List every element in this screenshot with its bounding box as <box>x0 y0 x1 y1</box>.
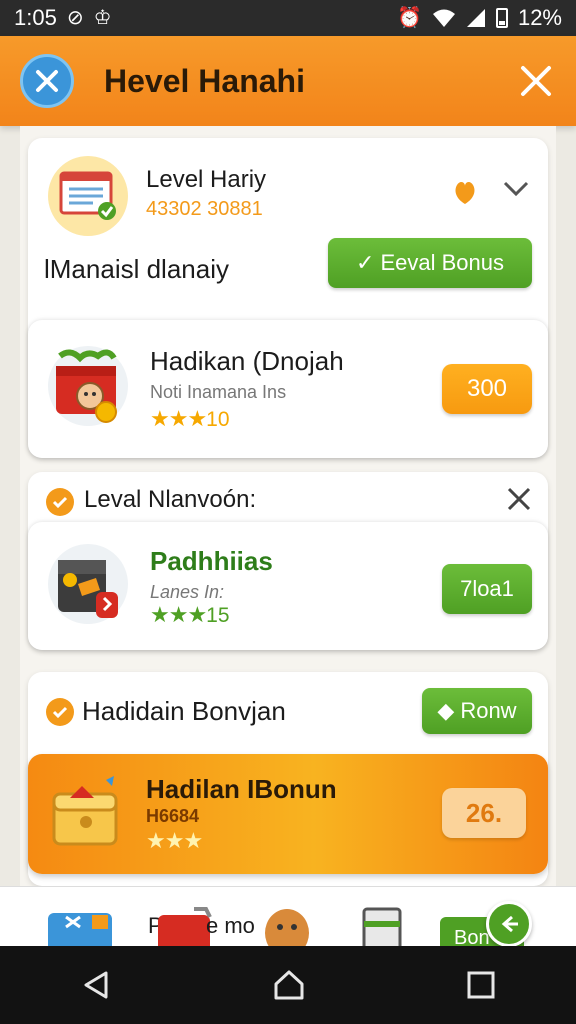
favorite-icon[interactable] <box>452 176 478 206</box>
level-code: 43302 30881 <box>146 198 263 220</box>
close-button-left[interactable] <box>20 54 74 108</box>
item-subtitle: Lanes In: <box>150 582 225 602</box>
app-notification-icon: ♔ <box>93 7 112 29</box>
status-time: 1:05 <box>14 5 57 30</box>
close-icon <box>36 70 58 92</box>
featured-title: Hadilan IBonun <box>146 774 337 804</box>
section-card: Leval Nlanvoón: Padhhiias Lanes In: ★★★1… <box>28 472 548 650</box>
rating-value: 15 <box>206 604 230 627</box>
list-item[interactable]: Hadikan (Dnojah Noti Inamana Ins ★★★10 3… <box>28 320 548 458</box>
item-thumb <box>48 346 128 426</box>
exit-fab-button[interactable] <box>486 901 532 946</box>
item-thumb <box>48 544 128 624</box>
star-icon: ★★★ <box>150 602 207 627</box>
section-bonus-button[interactable]: ◆ Ronw <box>422 688 532 734</box>
level-title: Level Hariy <box>146 166 267 193</box>
close-icon[interactable] <box>506 486 532 512</box>
close-icon <box>521 66 551 96</box>
back-icon[interactable] <box>80 969 112 1001</box>
bonus-nav-label: Bon <box>454 927 490 946</box>
featured-subtitle: H6684 <box>146 806 200 826</box>
leaf-icon: ◆ <box>437 698 455 723</box>
gift-bag-icon <box>56 349 117 423</box>
bottom-navigation: Pi e mo Bon <box>0 886 576 946</box>
battery-percent: 12% <box>517 5 562 30</box>
treasure-box-icon <box>58 560 118 618</box>
treasure-chest-icon <box>52 776 118 846</box>
item-title: Padhhiias <box>150 546 273 576</box>
home-icon[interactable] <box>272 968 306 1002</box>
notification-icon: ⊘ <box>66 7 84 29</box>
item-subtitle: Noti Inamana Ins <box>150 382 287 402</box>
document-thumb <box>48 156 128 236</box>
price-button[interactable]: 300 <box>442 364 532 414</box>
list-item[interactable]: Padhhiias Lanes In: ★★★15 7loa1 <box>28 522 548 650</box>
document-icon <box>59 171 116 220</box>
check-icon <box>46 488 74 516</box>
nav-label: e mo <box>206 913 255 938</box>
section-bonus-label: Ronw <box>460 698 517 723</box>
battery-icon <box>495 8 508 28</box>
status-bar: 1:05 ⊘ ♔ ⏰ 12% <box>0 0 576 36</box>
recents-icon[interactable] <box>466 970 496 1000</box>
section-card: Hadidain Bonvjan ◆ Ronw Hadilan IBonun H… <box>28 672 548 886</box>
close-button-right[interactable] <box>516 61 556 101</box>
level-card: Level Hariy 43302 30881 lManaisl dlanaiy… <box>28 138 548 458</box>
content-area: Level Hariy 43302 30881 lManaisl dlanaiy… <box>20 126 556 886</box>
page-title: Hevel Hanahi <box>104 62 305 99</box>
wifi-icon <box>432 9 455 27</box>
level-subtitle: lManaisl dlanaiy <box>44 254 229 284</box>
exit-icon <box>501 915 518 933</box>
item-title: Hadikan (Dnojah <box>150 346 344 376</box>
gift-box-nav-icon[interactable] <box>46 907 116 946</box>
chevron-down-icon[interactable] <box>502 180 530 198</box>
featured-price-button[interactable]: 26. <box>442 788 526 838</box>
system-navigation-bar <box>0 946 576 1024</box>
check-icon <box>46 698 74 726</box>
star-rating: ★★★ <box>146 828 203 854</box>
section-title: Leval Nlanvoón: <box>84 486 257 513</box>
app-header: Hevel Hanahi <box>0 36 576 126</box>
star-icon: ★★★ <box>146 828 203 853</box>
item-action-button[interactable]: 7loa1 <box>442 564 532 614</box>
alarm-icon: ⏰ <box>397 7 422 29</box>
signal-icon <box>466 9 485 27</box>
star-rating: ★★★15 <box>150 602 230 628</box>
character-nav-icon[interactable] <box>260 903 314 946</box>
document-nav-icon[interactable] <box>360 907 404 946</box>
section-title: Hadidain Bonvjan <box>82 696 286 726</box>
star-rating: ★★★10 <box>150 406 230 432</box>
rating-value: 10 <box>206 408 230 431</box>
level-bonus-label: Eeval Bonus <box>380 250 504 275</box>
level-bonus-button[interactable]: ✓ Eeval Bonus <box>328 238 532 288</box>
featured-bonus-card[interactable]: Hadilan IBonun H6684 ★★★ 26. <box>28 754 548 874</box>
leaf-icon: ✓ <box>356 250 375 275</box>
star-icon: ★★★ <box>150 406 207 431</box>
